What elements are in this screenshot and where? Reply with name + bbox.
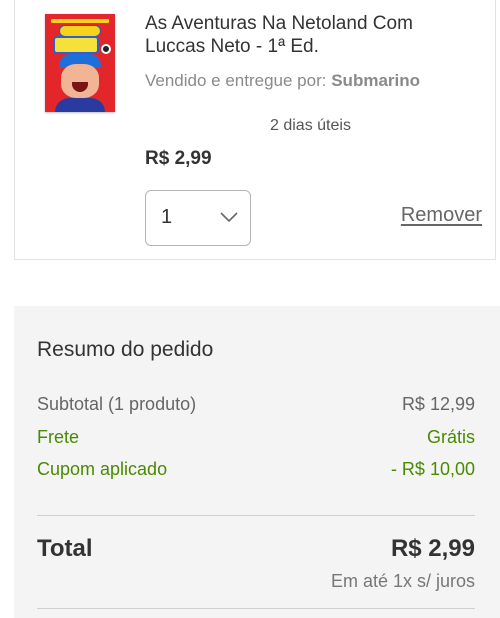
total-value: R$ 2,99 (390, 535, 475, 562)
quantity-select[interactable]: 1 (145, 190, 251, 246)
cover-logo-main (53, 36, 99, 54)
divider (37, 515, 475, 516)
shipping-row: Frete Grátis (37, 427, 475, 451)
shipping-label: Frete (37, 427, 80, 447)
divider (37, 608, 475, 609)
total-label: Total (37, 535, 93, 562)
coupon-row: Cupom aplicado - R$ 10,00 (37, 459, 475, 483)
delivery-time: 2 dias úteis (270, 117, 351, 134)
seller-prefix: Vendido e entregue por: (145, 71, 327, 90)
product-title[interactable]: As Aventuras Na Netoland Com Luccas Neto… (145, 12, 465, 58)
cover-badge (101, 44, 111, 54)
seller-name: Submarino (331, 71, 421, 90)
seller-info: Vendido e entregue por: Submarino (145, 71, 420, 91)
remove-button[interactable]: Remover (401, 204, 482, 227)
subtotal-row: Subtotal (1 produto) R$ 12,99 (37, 394, 475, 418)
cover-face (61, 64, 99, 98)
chevron-down-icon (220, 212, 238, 223)
subtotal-value: R$ 12,99 (401, 394, 475, 414)
summary-title: Resumo do pedido (37, 338, 214, 361)
subtotal-label: Subtotal (1 produto) (37, 394, 197, 414)
cover-shirt (55, 98, 105, 112)
coupon-label: Cupom aplicado (37, 459, 168, 479)
shipping-value: Grátis (426, 427, 475, 447)
product-card: As Aventuras Na Netoland Com Luccas Neto… (14, 0, 496, 260)
product-image[interactable] (45, 14, 115, 112)
quantity-value: 1 (161, 206, 173, 228)
order-summary: Resumo do pedido Subtotal (1 produto) R$… (14, 306, 500, 618)
cover-strip (51, 19, 109, 23)
cart-page: As Aventuras Na Netoland Com Luccas Neto… (0, 0, 500, 618)
product-price: R$ 2,99 (145, 148, 212, 169)
coupon-value: - R$ 10,00 (390, 459, 475, 479)
installments-info: Em até 1x s/ juros (330, 571, 475, 591)
